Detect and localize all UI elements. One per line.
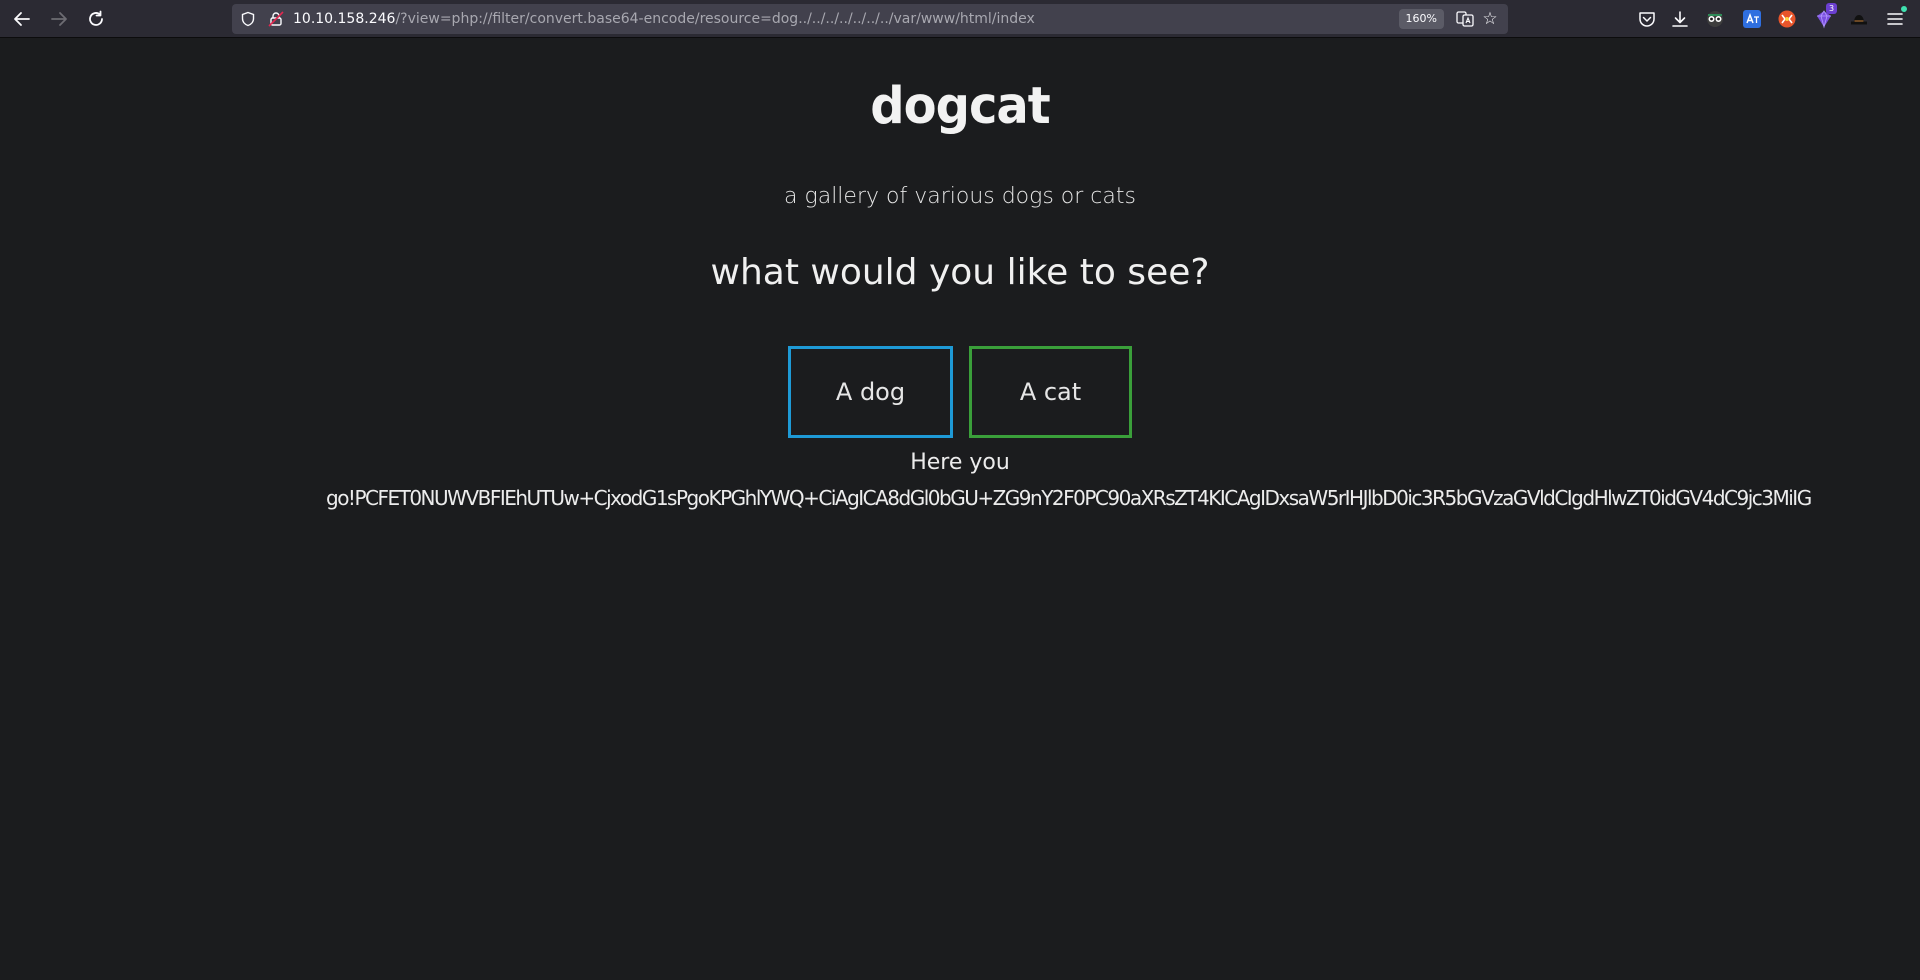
reload-icon[interactable] [84, 7, 108, 31]
cat-button-label: A cat [1019, 378, 1082, 406]
result-data: go!PCFET0NUWVBFIEhUTUw+CjxodG1sPgoKPGhlY… [326, 486, 1811, 510]
address-bar[interactable]: 10.10.158.246/?view=php://filter/convert… [232, 4, 1508, 34]
result-label: Here you [910, 450, 1010, 475]
back-arrow-icon[interactable] [10, 7, 34, 31]
url-text[interactable]: 10.10.158.246/?view=php://filter/convert… [293, 10, 1035, 28]
url-host: 10.10.158.246 [293, 11, 396, 27]
hamburger-menu-icon[interactable] [1884, 6, 1907, 30]
tracking-shield-icon[interactable] [240, 11, 256, 27]
star-icon[interactable]: ☆ [1480, 9, 1500, 29]
translate-icon[interactable] [1456, 10, 1474, 28]
dog-button-label: A dog [835, 378, 906, 406]
pocket-icon[interactable] [1636, 8, 1658, 30]
page-subtitle: a gallery of various dogs or cats [784, 184, 1136, 209]
page-title: dogcat [870, 76, 1050, 136]
gem-extension-icon[interactable]: 3 [1813, 3, 1837, 30]
cat-button[interactable]: A cat [969, 346, 1132, 438]
question-heading: what would you like to see? [710, 252, 1210, 293]
dog-button[interactable]: A dog [788, 346, 953, 438]
forward-arrow-icon[interactable] [47, 7, 71, 31]
glasses-extension-icon[interactable] [1704, 8, 1726, 30]
page-content: dogcat a gallery of various dogs or cats… [0, 38, 1920, 980]
download-icon[interactable] [1669, 8, 1691, 30]
browser-toolbar: 10.10.158.246/?view=php://filter/convert… [0, 0, 1920, 38]
fox-extension-icon[interactable] [1776, 8, 1798, 30]
zoom-level-badge[interactable]: 160% [1398, 9, 1444, 29]
extension-badge-count: 3 [1826, 3, 1837, 14]
url-path: /?view=php://filter/convert.base64-encod… [395, 11, 1035, 27]
update-dot-icon [1901, 6, 1907, 12]
translate-extension-icon[interactable] [1741, 8, 1763, 30]
insecure-lock-icon[interactable] [268, 11, 284, 27]
hat-extension-icon[interactable] [1848, 8, 1870, 30]
